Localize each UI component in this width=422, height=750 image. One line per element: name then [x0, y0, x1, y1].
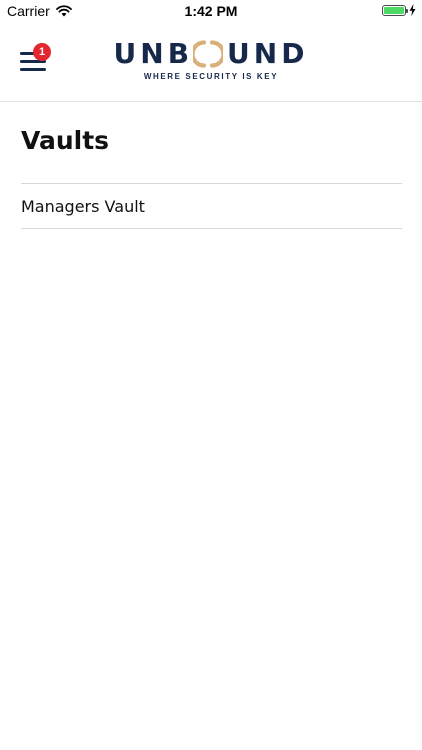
battery-fill — [384, 6, 404, 14]
status-time: 1:42 PM — [184, 3, 238, 19]
logo-wordmark: UNB UND — [113, 38, 309, 70]
vault-item-managers-vault[interactable]: Managers Vault — [21, 184, 402, 229]
status-right — [382, 4, 416, 16]
unbound-logo: UNB UND WHERE SECURITY IS KEY — [113, 38, 309, 86]
app-header: 1 UNB UND WHERE SECURITY IS KEY — [0, 22, 422, 102]
logo-letters-right: UND — [227, 37, 309, 70]
logo-letters-left: UNB — [113, 37, 194, 70]
logo-o-mark — [193, 40, 224, 68]
battery-icon — [382, 4, 408, 16]
page-title: Vaults — [21, 126, 110, 155]
notification-badge: 1 — [33, 43, 51, 61]
vault-list: Managers Vault — [21, 183, 402, 229]
menu-button[interactable]: 1 — [16, 42, 56, 78]
status-bar: Carrier 1:42 PM — [0, 0, 422, 22]
logo-tagline: WHERE SECURITY IS KEY — [143, 72, 279, 81]
charging-bolt-icon — [409, 4, 416, 16]
battery-nub — [406, 8, 408, 13]
